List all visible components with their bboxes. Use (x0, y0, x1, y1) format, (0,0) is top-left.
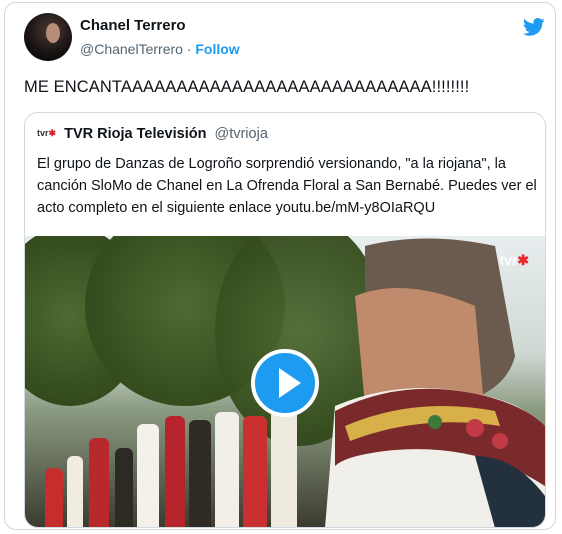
man-in-costume (325, 238, 545, 527)
video-thumbnail[interactable]: tvr✱ (25, 236, 545, 527)
quoted-header: tvr✱ TVR Rioja Televisión @tvrioja (37, 126, 268, 142)
author-handle[interactable]: @ChanelTerrero (80, 41, 183, 57)
quoted-author-handle[interactable]: @tvrioja (214, 126, 267, 142)
separator-dot: · (186, 41, 192, 57)
tvr-watermark: tvr✱ (499, 252, 529, 268)
quoted-text: El grupo de Danzas de Logroño sorprendió… (37, 153, 537, 219)
play-icon[interactable] (251, 349, 319, 417)
quoted-tweet[interactable]: tvr✱ TVR Rioja Televisión @tvrioja El gr… (24, 112, 546, 528)
dancers-group (25, 408, 325, 527)
avatar[interactable] (24, 13, 72, 61)
tweet-text: ME ENCANTAAAAAAAAAAAAAAAAAAAAAAAAAAAA!!!… (24, 78, 470, 96)
author-handle-row: @ChanelTerrero · Follow (80, 41, 240, 57)
avatar-face (46, 23, 60, 43)
quoted-author-name[interactable]: TVR Rioja Televisión (64, 126, 206, 142)
quoted-link[interactable]: youtu.be/mM-y8OIaRQU (276, 200, 436, 216)
author-name[interactable]: Chanel Terrero (80, 17, 186, 34)
follow-button[interactable]: Follow (195, 41, 239, 57)
twitter-bird-icon[interactable] (522, 16, 546, 38)
tvr-logo-icon: tvr✱ (37, 128, 57, 138)
